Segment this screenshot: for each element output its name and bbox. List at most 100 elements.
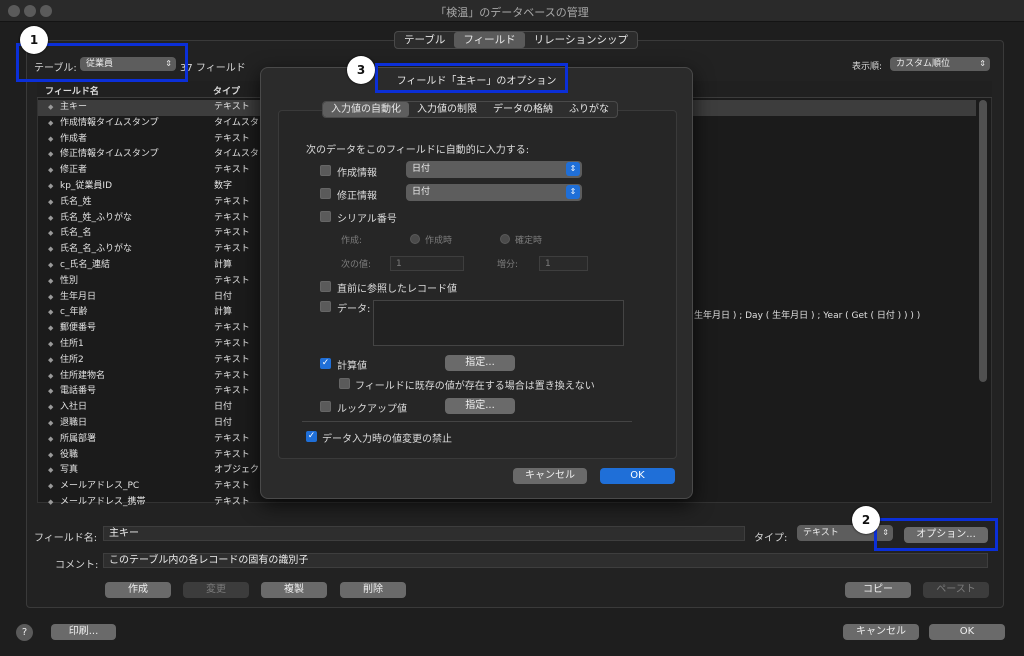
drag-handle-icon[interactable]: ◆ [48,384,53,400]
prohibit-modification-label: データ入力時の値変更の禁止 [322,434,452,445]
specify-lookup-button[interactable]: 指定... [445,398,515,414]
creation-select[interactable]: 日付 ⇕ [406,161,582,178]
list-scrollbar[interactable] [979,100,987,382]
drag-handle-icon[interactable]: ◆ [48,305,53,321]
drag-handle-icon[interactable]: ◆ [48,258,53,274]
lookup-checkbox[interactable] [320,401,331,412]
do-not-replace-label: フィールドに既存の値が存在する場合は置き換えない [355,381,595,392]
drag-handle-icon[interactable]: ◆ [48,100,53,116]
field-name-cell: 住所2 [60,354,84,365]
tab-auto-enter[interactable]: 入力値の自動化 [323,102,409,117]
last-visited-checkbox[interactable] [320,281,331,292]
drag-handle-icon[interactable]: ◆ [48,290,53,306]
field-type-cell: 日付 [214,402,233,413]
drag-handle-icon[interactable]: ◆ [48,448,53,464]
column-header-name[interactable]: フィールド名 [45,84,99,97]
calculated-label: 計算値 [337,361,367,372]
create-button[interactable]: 作成 [105,582,171,598]
drag-handle-icon[interactable]: ◆ [48,163,53,179]
drag-handle-icon[interactable]: ◆ [48,195,53,211]
lookup-label: ルックアップ値 [337,404,407,415]
cancel-button[interactable]: キャンセル [843,624,919,640]
drag-handle-icon[interactable]: ◆ [48,432,53,448]
auto-enter-heading: 次のデータをこのフィールドに自動的に入力する: [306,145,530,156]
drag-handle-icon[interactable]: ◆ [48,226,53,242]
field-name-cell: c_氏名_連結 [60,260,110,270]
help-button[interactable]: ? [16,624,33,641]
serial-checkbox[interactable] [320,211,331,222]
field-type-cell: テキスト [214,275,250,286]
increment-input[interactable]: 1 [539,256,588,271]
field-name-input[interactable]: 主キー [103,526,745,541]
drag-handle-icon[interactable]: ◆ [48,400,53,416]
modification-select[interactable]: 日付 ⇕ [406,184,582,201]
field-type-cell: 日付 [214,418,233,428]
data-checkbox[interactable] [320,301,331,312]
duplicate-button[interactable]: 複製 [261,582,327,598]
field-name-cell: メールアドレス_携帯 [60,497,146,507]
next-value-input[interactable]: 1 [390,256,464,271]
tab-fields[interactable]: フィールド [454,32,525,48]
on-creation-radio[interactable] [410,234,420,244]
dialog-tabs: 入力値の自動化 入力値の制限 データの格納 ふりがな [322,101,618,118]
comment-label: コメント: [55,560,99,571]
creation-checkbox[interactable] [320,165,331,176]
drag-handle-icon[interactable]: ◆ [48,179,53,195]
print-button[interactable]: 印刷... [51,624,116,640]
field-name-cell: kp_従業員ID [60,181,113,191]
comment-input[interactable]: このテーブル内の各レコードの固有の識別子 [103,553,988,568]
field-name-cell: 入社日 [60,402,88,413]
drag-handle-icon[interactable]: ◆ [48,116,53,132]
field-type-cell: テキスト [214,133,250,144]
drag-handle-icon[interactable]: ◆ [48,353,53,369]
drag-handle-icon[interactable]: ◆ [48,369,53,385]
field-name-cell: 氏名_姓 [60,196,92,207]
copy-button[interactable]: コピー [845,582,911,598]
drag-handle-icon[interactable]: ◆ [48,337,53,353]
drag-handle-icon[interactable]: ◆ [48,211,53,227]
drag-handle-icon[interactable]: ◆ [48,274,53,290]
field-name-cell: c_年齢 [60,307,88,318]
sort-select-value: カスタム順位 [896,59,951,69]
drag-handle-icon[interactable]: ◆ [48,463,53,479]
ok-button[interactable]: OK [929,624,1005,640]
tab-storage[interactable]: データの格納 [485,102,561,117]
drag-handle-icon[interactable]: ◆ [48,495,53,511]
drag-handle-icon[interactable]: ◆ [48,416,53,432]
drag-handle-icon[interactable]: ◆ [48,132,53,148]
calculated-checkbox[interactable]: ✓ [320,358,331,369]
field-type-cell: テキスト [214,196,250,207]
tab-relationships[interactable]: リレーションシップ [525,32,637,48]
tab-furigana[interactable]: ふりがな [561,102,617,117]
paste-button[interactable]: ペースト [923,582,989,598]
increment-label: 増分: [497,260,519,270]
sort-select[interactable]: カスタム順位 ⇕ [890,57,990,71]
change-button[interactable]: 変更 [183,582,249,598]
on-commit-radio[interactable] [500,234,510,244]
field-name-cell: 作成者 [60,133,88,144]
serial-label: シリアル番号 [337,214,397,225]
drag-handle-icon[interactable]: ◆ [48,479,53,495]
field-type-cell: テキスト [214,497,250,507]
dialog-ok-button[interactable]: OK [600,468,675,484]
dialog-cancel-button[interactable]: キャンセル [513,468,587,484]
tab-validation[interactable]: 入力値の制限 [409,102,485,117]
delete-button[interactable]: 削除 [340,582,406,598]
field-name-cell: 氏名_姓_ふりがな [60,212,133,223]
prohibit-modification-checkbox[interactable]: ✓ [306,431,317,442]
specify-calculation-button[interactable]: 指定... [445,355,515,371]
on-commit-label: 確定時 [515,236,543,246]
column-header-type[interactable]: タイプ [213,84,240,97]
field-type-cell: テキスト [214,244,250,255]
drag-handle-icon[interactable]: ◆ [48,147,53,163]
drag-handle-icon[interactable]: ◆ [48,321,53,337]
drag-handle-icon[interactable]: ◆ [48,242,53,258]
modification-checkbox[interactable] [320,188,331,199]
updown-chevron-icon: ⇕ [566,162,580,176]
tab-tables[interactable]: テーブル [395,32,454,48]
field-name-cell: 修正者 [60,165,88,176]
field-type-cell: テキスト [214,323,250,334]
data-textarea[interactable] [373,300,624,346]
generate-label: 作成: [341,236,363,246]
do-not-replace-checkbox[interactable] [339,378,350,389]
